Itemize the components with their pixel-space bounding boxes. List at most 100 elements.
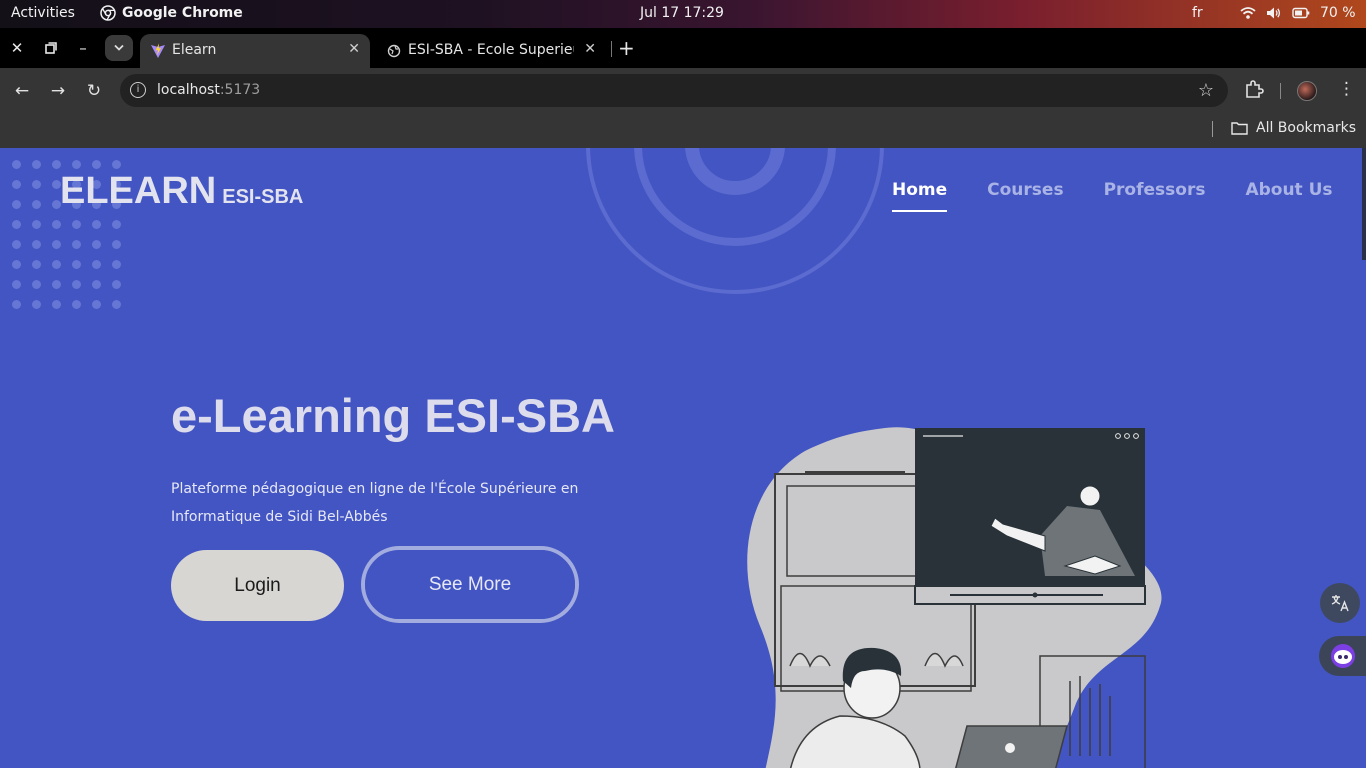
decorative-dot [52,220,61,229]
elearning-illustration [747,427,1162,768]
tab-divider [611,41,612,57]
app-name: Google Chrome [122,5,243,21]
decorative-dot [112,160,121,169]
profile-avatar[interactable] [1297,81,1317,101]
decorative-dot [12,280,21,289]
decorative-dot [112,280,121,289]
decorative-dot [92,160,101,169]
all-bookmarks-label: All Bookmarks [1256,120,1357,136]
decorative-dot [32,200,41,209]
decorative-dot [92,280,101,289]
decorative-dot [72,300,81,309]
window-restore-icon[interactable] [41,38,61,58]
main-nav: Home Courses Professors About Us [892,180,1333,212]
chevron-down-icon [114,44,124,51]
decorative-dot [52,160,61,169]
decorative-dot [12,180,21,189]
decorative-dot [32,180,41,189]
decorative-dot [72,260,81,269]
see-more-button[interactable]: See More [361,546,579,623]
decorative-rings [586,148,884,294]
decorative-dot [52,240,61,249]
decorative-dot [72,280,81,289]
tab-elearn[interactable]: Elearn ✕ [140,34,370,68]
decorative-dot [92,240,101,249]
decorative-dot [52,260,61,269]
all-bookmarks-button[interactable]: All Bookmarks [1231,120,1356,136]
tab-strip: ✕ – Elearn ✕ ESI-SBA - Ecole Superieure … [0,28,1366,68]
bookmarks-divider [1212,121,1213,137]
system-tray[interactable]: 70 % [1240,5,1356,21]
decorative-dot [112,220,121,229]
nav-courses[interactable]: Courses [987,180,1063,212]
address-bar[interactable]: i localhost:5173 ☆ [120,74,1228,107]
back-icon[interactable]: ← [10,79,34,103]
site-info-icon[interactable]: i [130,82,146,98]
decorative-dot [72,220,81,229]
bookmarks-bar: All Bookmarks [0,113,1366,148]
decorative-dot [52,300,61,309]
decorative-dot [92,220,101,229]
hero-description: Plateforme pédagogique en ligne de l'Éco… [171,481,579,525]
globe-icon [387,44,401,58]
reload-icon[interactable]: ↻ [82,79,106,103]
decorative-dot [32,240,41,249]
page-content: ELEARN ESI-SBA Home Courses Professors A… [0,148,1366,768]
url-text[interactable]: localhost:5173 [157,82,260,98]
decorative-dot [12,240,21,249]
hero-title: e-Learning ESI-SBA [171,389,615,442]
decorative-dot [32,220,41,229]
window-minimize-icon[interactable]: – [73,38,93,58]
login-button[interactable]: Login [171,550,344,621]
folder-icon [1231,122,1248,135]
bookmark-star-icon[interactable]: ☆ [1198,80,1214,101]
translate-icon[interactable] [1320,583,1360,623]
url-port: :5173 [219,82,261,98]
decorative-dot [12,260,21,269]
toolbar-divider [1280,83,1281,99]
assistant-extension-button[interactable] [1319,636,1366,676]
nav-home[interactable]: Home [892,180,948,212]
battery-icon [1292,7,1310,19]
keyboard-language[interactable]: fr [1192,5,1203,21]
app-menu[interactable]: Google Chrome [100,5,243,21]
battery-percent: 70 % [1320,5,1356,21]
vite-icon [151,43,165,58]
system-top-bar: Activities Google Chrome Jul 17 17:29 fr… [0,0,1366,28]
activities-button[interactable]: Activities [11,5,75,21]
nav-about-us[interactable]: About Us [1245,180,1332,212]
decorative-dot [32,260,41,269]
clock[interactable]: Jul 17 17:29 [640,5,724,21]
volume-icon [1267,7,1281,19]
decorative-dot [12,220,21,229]
window-close-icon[interactable]: ✕ [7,38,27,58]
extensions-icon[interactable] [1244,79,1264,104]
url-host: localhost [157,82,220,98]
decorative-dot [32,300,41,309]
decorative-dot [112,260,121,269]
forward-icon[interactable]: → [46,79,70,103]
decorative-dot [92,300,101,309]
site-logo[interactable]: ELEARN ESI-SBA [60,170,303,213]
wifi-icon [1240,7,1256,19]
new-tab-icon[interactable]: + [618,36,635,60]
tab-search-button[interactable] [105,35,133,61]
tab-close-icon[interactable]: ✕ [348,41,360,57]
decorative-dot [92,260,101,269]
decorative-dot [52,280,61,289]
decorative-dot [32,280,41,289]
decorative-dot [32,160,41,169]
decorative-dot [72,240,81,249]
chrome-icon [100,5,116,21]
nav-professors[interactable]: Professors [1104,180,1206,212]
tab-esi-sba[interactable]: ESI-SBA - Ecole Superieure ✕ [376,34,606,68]
decorative-dot [112,300,121,309]
decorative-dot [12,160,21,169]
page-scrollbar[interactable] [1362,148,1366,260]
tab-close-icon[interactable]: ✕ [584,41,596,57]
assistant-icon [1331,644,1355,668]
tab-title: Elearn [172,42,217,58]
menu-kebab-icon[interactable]: ⋮ [1338,79,1355,99]
decorative-dot [72,160,81,169]
browser-toolbar: ← → ↻ i localhost:5173 ☆ ⋮ [0,68,1366,113]
